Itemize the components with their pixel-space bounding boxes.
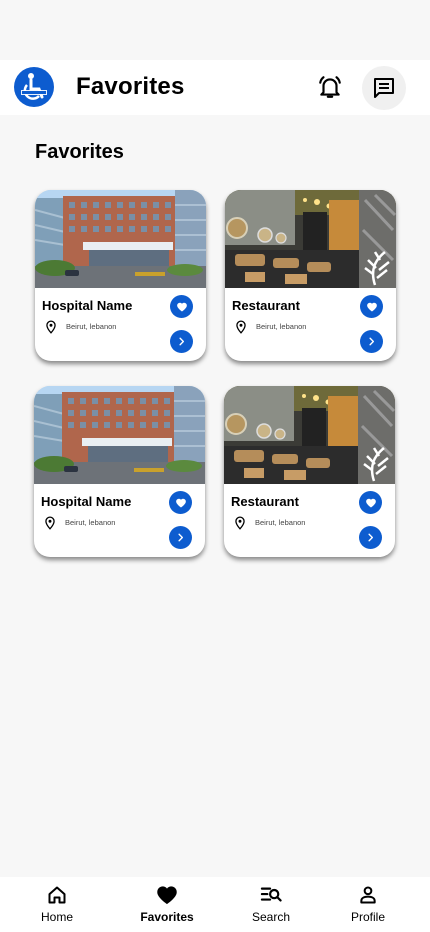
card-location: Beirut, lebanon bbox=[256, 322, 307, 331]
card-name: Hospital Name bbox=[42, 298, 133, 313]
open-details-button[interactable] bbox=[360, 330, 383, 353]
open-details-button[interactable] bbox=[359, 526, 382, 549]
heart-icon bbox=[175, 498, 186, 507]
chevron-right-icon bbox=[179, 337, 185, 346]
status-bar bbox=[0, 0, 430, 60]
card-name: Hospital Name bbox=[41, 494, 132, 509]
favorite-heart-button[interactable] bbox=[360, 295, 383, 318]
tab-label: Favorites bbox=[140, 910, 194, 924]
tab-label: Profile bbox=[350, 910, 385, 924]
page-title: Favorites bbox=[76, 73, 185, 100]
open-details-button[interactable] bbox=[169, 526, 192, 549]
location-pin-icon bbox=[235, 516, 245, 530]
tab-label: Home bbox=[40, 910, 73, 924]
chat-icon bbox=[374, 78, 394, 98]
card-location: Beirut, lebanon bbox=[65, 518, 116, 527]
search-list-icon bbox=[260, 887, 282, 902]
location-pin-icon bbox=[46, 320, 56, 334]
chevron-right-icon bbox=[368, 533, 374, 542]
favorite-card-restaurant-2[interactable]: Restaurant Beirut, lebanon bbox=[224, 386, 395, 557]
favorite-heart-button[interactable] bbox=[169, 491, 192, 514]
restaurant-photo bbox=[224, 386, 395, 484]
tab-favorites[interactable]: Favorites bbox=[127, 877, 207, 932]
tab-home[interactable]: Home bbox=[17, 877, 97, 932]
chevron-right-icon bbox=[369, 337, 375, 346]
favorite-card-hospital-1[interactable]: Hospital Name Beirut, lebanon bbox=[35, 190, 206, 361]
home-icon bbox=[48, 886, 66, 904]
tab-search[interactable]: Search bbox=[231, 877, 311, 932]
card-name: Restaurant bbox=[232, 298, 300, 313]
wheelchair-logo-icon[interactable] bbox=[14, 67, 54, 107]
restaurant-photo bbox=[225, 190, 396, 288]
app-bar: Favorites bbox=[0, 60, 430, 115]
heart-icon bbox=[366, 302, 377, 311]
tab-profile[interactable]: Profile bbox=[328, 877, 408, 932]
hospital-photo bbox=[35, 190, 206, 288]
person-icon bbox=[360, 886, 376, 904]
heart-icon bbox=[365, 498, 376, 507]
location-pin-icon bbox=[236, 320, 246, 334]
favorite-card-restaurant-1[interactable]: Restaurant Beirut, lebanon bbox=[225, 190, 396, 361]
chevron-right-icon bbox=[178, 533, 184, 542]
open-details-button[interactable] bbox=[170, 330, 193, 353]
bottom-tab-bar: Home Favorites Search Profile bbox=[0, 877, 430, 932]
hospital-photo bbox=[34, 386, 205, 484]
card-location: Beirut, lebanon bbox=[66, 322, 117, 331]
card-location: Beirut, lebanon bbox=[255, 518, 306, 527]
bell-icon[interactable] bbox=[317, 74, 343, 100]
favorite-card-hospital-2[interactable]: Hospital Name Beirut, lebanon bbox=[34, 386, 205, 557]
heart-icon bbox=[176, 302, 187, 311]
location-pin-icon bbox=[45, 516, 55, 530]
favorite-heart-button[interactable] bbox=[359, 491, 382, 514]
card-name: Restaurant bbox=[231, 494, 299, 509]
heart-icon bbox=[157, 886, 177, 905]
section-title: Favorites bbox=[35, 141, 124, 163]
favorite-heart-button[interactable] bbox=[170, 295, 193, 318]
chat-button[interactable] bbox=[362, 66, 406, 110]
tab-label: Search bbox=[251, 910, 291, 924]
